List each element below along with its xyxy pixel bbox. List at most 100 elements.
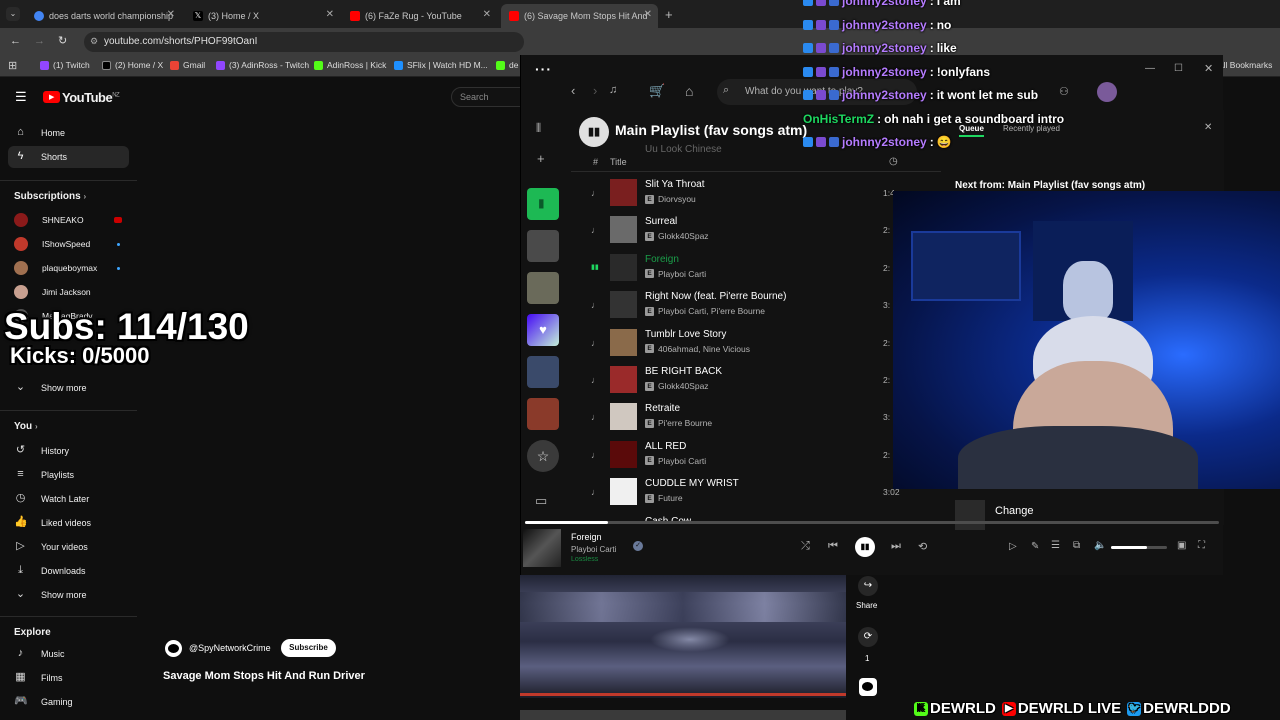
bookmark-adinross-twitch[interactable]: (3) AdinRoss - Twitch (216, 60, 309, 70)
show-more-subscriptions[interactable]: ⌄ Show more (14, 381, 87, 394)
column-title[interactable]: Title (610, 157, 627, 167)
nav-playlists[interactable]: ≡ Playlists (14, 468, 74, 481)
mini-player-icon[interactable]: ▣ (1177, 540, 1186, 551)
close-icon[interactable]: ✕ (326, 9, 334, 20)
forward-icon[interactable]: → (34, 35, 45, 47)
track-artist[interactable]: E Glokk40Spaz (645, 231, 709, 241)
new-tab-icon[interactable]: + (665, 7, 673, 22)
video-progress-bar[interactable] (520, 693, 846, 696)
friends-icon[interactable]: ⚇ (1059, 85, 1069, 98)
show-more-you[interactable]: ⌄ Show more (14, 588, 87, 601)
close-icon[interactable]: ✕ (167, 9, 175, 20)
track-title[interactable]: Right Now (feat. Pi'erre Bourne) (645, 291, 786, 302)
track-row[interactable]: ♩ BE RIGHT BACK E Glokk40Spaz 2: (521, 363, 890, 400)
repeat-icon[interactable]: ⟲ (918, 540, 927, 553)
nav-history[interactable]: ↺ History (14, 444, 69, 457)
nav-your-videos[interactable]: ▷ Your videos (14, 540, 87, 553)
forward-icon[interactable]: › (593, 83, 597, 98)
track-row[interactable]: ♩ Surreal E Glokk40Spaz 2: (521, 213, 890, 250)
track-title[interactable]: Tumblr Love Story (645, 329, 726, 340)
nav-liked-videos[interactable]: 👍 Liked videos (14, 516, 91, 529)
url-field[interactable]: ⚙ youtube.com/shorts/PHOF99tOanI (84, 32, 524, 52)
back-icon[interactable]: ‹ (571, 83, 575, 98)
track-row[interactable]: ▮▮ Foreign E Playboi Carti 2: (521, 251, 890, 288)
nav-home[interactable]: ⌂ Home (14, 126, 65, 139)
shuffle-icon[interactable]: ⤮ (801, 540, 810, 553)
track-artist[interactable]: E Glokk40Spaz (645, 381, 709, 391)
reload-icon[interactable]: ↻ (58, 34, 67, 47)
track-title[interactable]: Surreal (645, 216, 677, 227)
tab-x-home[interactable]: 𝕏 (3) Home / X ✕ (185, 4, 340, 28)
subscriptions-heading[interactable]: Subscriptions › (14, 191, 86, 202)
bookmark-gmail[interactable]: Gmail (170, 60, 205, 70)
next-icon[interactable]: ⏭ (891, 540, 901, 553)
added-check-icon[interactable]: ✓ (633, 541, 643, 551)
queue-item-title[interactable]: Change (995, 505, 1034, 517)
sub-channel[interactable]: Jimi Jackson (14, 285, 91, 299)
bookmark-x[interactable]: (2) Home / X (102, 60, 163, 70)
track-title[interactable]: CUDDLE MY WRIST (645, 478, 739, 489)
track-title[interactable]: Foreign (645, 254, 679, 265)
track-title[interactable]: Slit Ya Throat (645, 179, 704, 190)
now-playing-artist[interactable]: Playboi Carti (571, 545, 616, 554)
bookmark-sflix[interactable]: SFlix | Watch HD M... (394, 60, 488, 70)
lyrics-icon[interactable]: ✎ (1031, 541, 1039, 552)
avatar[interactable] (1097, 82, 1117, 102)
bookmark-adinross-kick[interactable]: AdinRoss | Kick (314, 60, 386, 70)
tab-darts[interactable]: does darts world championship ✕ (26, 4, 181, 28)
track-row[interactable]: ♩ ALL RED E Playboi Carti 2: (521, 438, 890, 475)
now-playing-title[interactable]: Foreign (571, 532, 602, 542)
now-playing-view-icon[interactable]: ▷ (1009, 541, 1017, 552)
bookmark-twitch[interactable]: (1) Twitch (40, 60, 90, 70)
track-row[interactable]: ♩ CUDDLE MY WRIST E Future 3:02 (521, 475, 900, 512)
connect-device-icon[interactable]: ⧉ (1073, 540, 1080, 551)
track-artist[interactable]: E Diorvsyou (645, 194, 696, 204)
track-artist[interactable]: E Future (645, 493, 683, 503)
track-row[interactable]: ♩ Right Now (feat. Pi'erre Bourne) E Playbo… (521, 288, 890, 325)
home-icon[interactable]: ⌂ (685, 83, 693, 99)
library-icon[interactable]: ⫴ (536, 121, 541, 136)
sub-channel[interactable]: plaqueboymax (14, 261, 97, 275)
tab-savage-mom[interactable]: (6) Savage Mom Stops Hit And ✕ (501, 4, 658, 28)
maximize-icon[interactable]: ☐ (1174, 63, 1183, 74)
previous-icon[interactable]: ⏮ (828, 540, 838, 553)
nav-films[interactable]: ▦ Films (14, 671, 62, 684)
now-playing-cover[interactable] (523, 529, 561, 567)
youtube-search-input[interactable]: Search (451, 87, 521, 107)
close-queue-icon[interactable]: ✕ (1204, 122, 1212, 133)
play-pause-icon[interactable]: ▮▮ (855, 537, 875, 557)
menu-icon[interactable]: ☰ (15, 89, 27, 105)
nav-music[interactable]: ♪ Music (14, 647, 65, 660)
all-bookmarks[interactable]: All Bookmarks (1218, 60, 1272, 70)
queue-icon[interactable]: ☰ (1051, 540, 1060, 551)
track-artist[interactable]: E Playboi Carti (645, 456, 706, 466)
add-icon[interactable]: + (537, 151, 545, 166)
track-title[interactable]: BE RIGHT BACK (645, 366, 722, 377)
track-artist[interactable]: E Playboi Carti (645, 269, 706, 279)
nav-downloads[interactable]: ⤓ Downloads (14, 564, 85, 577)
volume-icon[interactable]: 🔈 (1094, 540, 1106, 551)
lyrics-icon[interactable]: ♫ (609, 84, 617, 96)
nav-watch-later[interactable]: ◷ Watch Later (14, 492, 90, 505)
track-row[interactable]: ♩ Retraite E Pi'erre Bourne 3: (521, 400, 890, 437)
queue-item-cover[interactable] (955, 500, 985, 530)
more-options-icon[interactable]: ··· (535, 61, 552, 77)
close-icon[interactable]: ✕ (483, 9, 491, 20)
minimize-icon[interactable]: — (1145, 63, 1155, 74)
remix-icon[interactable]: ⟳ (858, 627, 878, 647)
track-row[interactable]: ♩ Tumblr Love Story E 406ahmad, Nine Viciou… (521, 326, 890, 363)
track-artist[interactable]: E 406ahmad, Nine Vicious (645, 344, 750, 354)
volume-slider[interactable] (1111, 546, 1167, 549)
sound-channel-icon[interactable] (859, 678, 877, 696)
tab-search-icon[interactable]: ⌄ (6, 7, 20, 21)
apps-grid-icon[interactable]: ⊞ (8, 59, 17, 72)
subscribe-button[interactable]: Subscribe (281, 639, 336, 657)
short-video-player[interactable] (520, 572, 846, 698)
site-info-icon[interactable]: ⚙ (90, 36, 98, 47)
track-artist[interactable]: E Pi'erre Bourne (645, 418, 712, 428)
track-title[interactable]: ALL RED (645, 441, 686, 452)
close-icon[interactable]: ✕ (644, 9, 652, 20)
nav-gaming[interactable]: 🎮 Gaming (14, 695, 73, 708)
channel-avatar[interactable] (165, 640, 182, 657)
share-icon[interactable]: ↪ (858, 576, 878, 596)
